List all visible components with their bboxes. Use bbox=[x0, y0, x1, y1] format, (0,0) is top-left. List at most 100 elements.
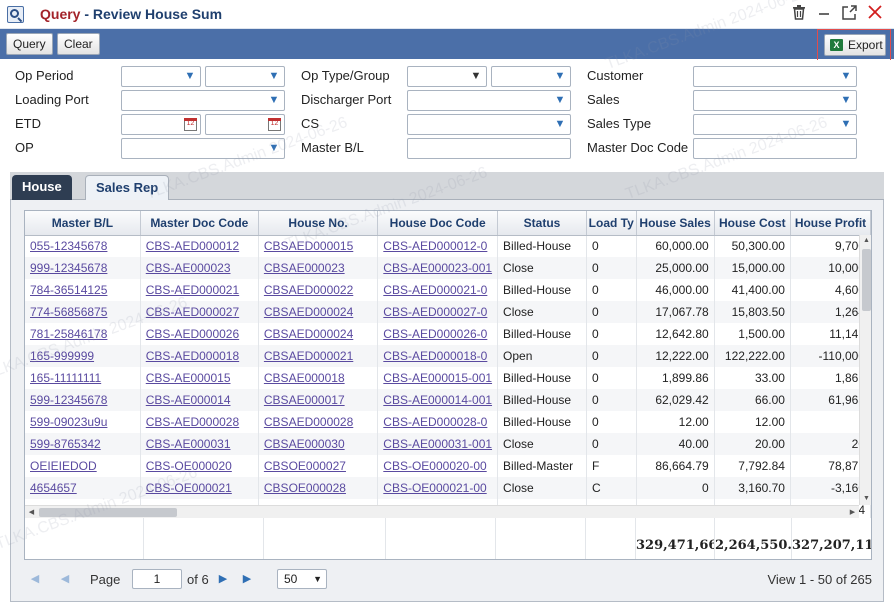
column-header[interactable]: Master B/L bbox=[25, 211, 141, 236]
table-row[interactable]: 055-12345678 CBS-AED000012 CBSAED000015 CBS… bbox=[25, 235, 871, 257]
master-bl-cell[interactable]: 4654657 bbox=[25, 477, 141, 499]
op-type-select[interactable]: ▼ bbox=[407, 66, 487, 87]
column-header[interactable]: House Sales bbox=[636, 211, 715, 236]
column-header[interactable]: House No. bbox=[258, 211, 379, 236]
master-doc-code-cell[interactable]: CBS-AED000027 bbox=[140, 301, 259, 323]
house-no-cell[interactable]: CBSAED000021 bbox=[258, 345, 379, 367]
house-no-cell[interactable]: CBSOE000027 bbox=[258, 455, 379, 477]
master-doc-code-cell[interactable]: CBS-AE000014 bbox=[140, 389, 259, 411]
table-row[interactable]: 774-56856875 CBS-AED000027 CBSAED000024 CBS… bbox=[25, 301, 871, 323]
house-doc-code-cell[interactable]: CBS-AE000014-001 bbox=[377, 389, 499, 411]
master-bl-cell[interactable]: 599-12345678 bbox=[25, 389, 141, 411]
house-no-cell[interactable]: CBSAE000018 bbox=[258, 367, 379, 389]
op-select[interactable]: ▼ bbox=[121, 138, 285, 159]
master-doc-code-cell[interactable]: CBS-AE000031 bbox=[140, 433, 259, 455]
house-doc-code-cell[interactable]: CBS-AE000031-001 bbox=[377, 433, 499, 455]
tab-house[interactable]: House bbox=[12, 175, 72, 200]
last-page-icon[interactable]: ▶​ bbox=[240, 572, 254, 586]
sales-type-select[interactable]: ▼ bbox=[693, 114, 857, 135]
table-row[interactable]: 165-999999 CBS-AED000018 CBSAED000021 CBS-A… bbox=[25, 345, 871, 367]
tab-sales-rep[interactable]: Sales Rep bbox=[85, 175, 170, 200]
master-bl-cell[interactable]: 999-12345678 bbox=[25, 257, 141, 279]
master-bl-cell[interactable]: 774-56856875 bbox=[25, 301, 141, 323]
close-icon[interactable] bbox=[866, 5, 884, 23]
maximize-icon[interactable] bbox=[840, 5, 858, 23]
house-doc-code-cell[interactable]: CBS-AED000027-0 bbox=[377, 301, 499, 323]
horizontal-scroll-thumb[interactable] bbox=[39, 508, 177, 517]
master-bl-cell[interactable]: 165-999999 bbox=[25, 345, 141, 367]
house-no-cell[interactable]: CBSAE000030 bbox=[258, 433, 379, 455]
house-doc-code-cell[interactable]: CBS-AE000015-001 bbox=[377, 367, 499, 389]
table-row[interactable]: 784-36514125 CBS-AED000021 CBSAED000022 CBS… bbox=[25, 279, 871, 301]
column-header[interactable]: House Cost bbox=[714, 211, 791, 236]
house-no-cell[interactable]: CBSAED000024 bbox=[258, 323, 379, 345]
house-no-cell[interactable]: CBSAED000028 bbox=[258, 411, 379, 433]
column-header[interactable]: Master Doc Code bbox=[140, 211, 259, 236]
column-header[interactable]: Load Ty bbox=[586, 211, 637, 236]
etd-from-date[interactable]: 12 bbox=[121, 114, 201, 135]
house-doc-code-cell[interactable]: CBS-OE000021-00 bbox=[377, 477, 499, 499]
column-header[interactable]: House Profit bbox=[790, 211, 871, 236]
column-header[interactable]: Status bbox=[497, 211, 587, 236]
op-group-select[interactable]: ▼ bbox=[491, 66, 571, 87]
table-row[interactable]: 4654657 CBS-OE000021 CBSOE000028 CBS-OE0000… bbox=[25, 477, 871, 499]
master-doc-code-cell[interactable]: CBS-AED000028 bbox=[140, 411, 259, 433]
scroll-up-icon[interactable]: ▲ bbox=[860, 235, 871, 247]
next-page-icon[interactable]: ▶ bbox=[216, 572, 230, 586]
table-row[interactable]: 165-11111111 CBS-AE000015 CBSAE000018 CBS-A… bbox=[25, 367, 871, 389]
house-no-cell[interactable]: CBSAED000022 bbox=[258, 279, 379, 301]
scroll-down-icon[interactable]: ▼ bbox=[860, 493, 871, 505]
master-doc-code-cell[interactable]: CBS-AE000015 bbox=[140, 367, 259, 389]
column-header[interactable]: House Doc Code bbox=[377, 211, 499, 236]
calendar-icon[interactable]: 12 bbox=[268, 118, 281, 131]
master-doc-code-cell[interactable]: CBS-AE000023 bbox=[140, 257, 259, 279]
vertical-scrollbar[interactable]: ▲ ▼ bbox=[859, 235, 871, 505]
master-doc-code-cell[interactable]: CBS-OE000020 bbox=[140, 455, 259, 477]
table-row[interactable]: 781-25846178 CBS-AED000026 CBSAED000024 CBS… bbox=[25, 323, 871, 345]
master-bl-input[interactable] bbox=[407, 138, 571, 159]
master-bl-cell[interactable]: 055-12345678 bbox=[25, 235, 141, 257]
table-row[interactable]: 599-12345678 CBS-AE000014 CBSAE000017 CBS-A… bbox=[25, 389, 871, 411]
master-doc-code-cell[interactable]: CBS-AED000026 bbox=[140, 323, 259, 345]
house-no-cell[interactable]: CBSAE000023 bbox=[258, 257, 379, 279]
house-doc-code-cell[interactable]: CBS-AED000018-0 bbox=[377, 345, 499, 367]
horizontal-scrollbar[interactable]: ◀ ▶ bbox=[25, 505, 859, 518]
house-doc-code-cell[interactable]: CBS-OE000020-00 bbox=[377, 455, 499, 477]
minimize-icon[interactable] bbox=[815, 5, 833, 23]
house-doc-code-cell[interactable]: CBS-AED000012-0 bbox=[377, 235, 499, 257]
master-doc-code-input[interactable] bbox=[693, 138, 857, 159]
house-no-cell[interactable]: CBSOE000028 bbox=[258, 477, 379, 499]
table-row[interactable]: 999-12345678 CBS-AE000023 CBSAE000023 CBS-A… bbox=[25, 257, 871, 279]
customer-select[interactable]: ▼ bbox=[693, 66, 857, 87]
op-period-to-select[interactable]: ▼ bbox=[205, 66, 285, 87]
table-row[interactable]: OEIEIEDOD CBS-OE000020 CBSOE000027 CBS-OE00… bbox=[25, 455, 871, 477]
master-doc-code-cell[interactable]: CBS-AED000012 bbox=[140, 235, 259, 257]
house-no-cell[interactable]: CBSAE000017 bbox=[258, 389, 379, 411]
master-doc-code-cell[interactable]: CBS-OE000021 bbox=[140, 477, 259, 499]
etd-to-date[interactable]: 12 bbox=[205, 114, 285, 135]
op-period-from-select[interactable]: ▼ bbox=[121, 66, 201, 87]
clear-button[interactable]: Clear bbox=[57, 33, 100, 55]
page-size-select[interactable]: 50 ▼ bbox=[277, 569, 327, 589]
table-row[interactable]: 599-09023u9u CBS-AED000028 CBSAED000028 CBS… bbox=[25, 411, 871, 433]
export-button[interactable]: X Export bbox=[824, 34, 886, 56]
table-row[interactable]: 599-8765342 CBS-AE000031 CBSAE000030 CBS-AE… bbox=[25, 433, 871, 455]
sales-select[interactable]: ▼ bbox=[693, 90, 857, 111]
master-bl-cell[interactable]: 165-11111111 bbox=[25, 367, 141, 389]
master-bl-cell[interactable]: 599-09023u9u bbox=[25, 411, 141, 433]
prev-page-icon[interactable]: ◀ bbox=[58, 572, 72, 586]
master-bl-cell[interactable]: 781-25846178 bbox=[25, 323, 141, 345]
house-doc-code-cell[interactable]: CBS-AED000028-0 bbox=[377, 411, 499, 433]
master-bl-cell[interactable]: 599-8765342 bbox=[25, 433, 141, 455]
house-no-cell[interactable]: CBSAED000015 bbox=[258, 235, 379, 257]
master-bl-cell[interactable]: OEIEIEDOD bbox=[25, 455, 141, 477]
master-bl-cell[interactable]: 784-36514125 bbox=[25, 279, 141, 301]
master-doc-code-cell[interactable]: CBS-AED000018 bbox=[140, 345, 259, 367]
calendar-icon[interactable]: 12 bbox=[184, 118, 197, 131]
first-page-icon[interactable]: ◀​ bbox=[28, 572, 42, 586]
master-doc-code-cell[interactable]: CBS-AED000021 bbox=[140, 279, 259, 301]
page-number-input[interactable]: 1 bbox=[132, 569, 182, 589]
house-doc-code-cell[interactable]: CBS-AED000026-0 bbox=[377, 323, 499, 345]
discharger-port-select[interactable]: ▼ bbox=[407, 90, 571, 111]
house-doc-code-cell[interactable]: CBS-AED000021-0 bbox=[377, 279, 499, 301]
